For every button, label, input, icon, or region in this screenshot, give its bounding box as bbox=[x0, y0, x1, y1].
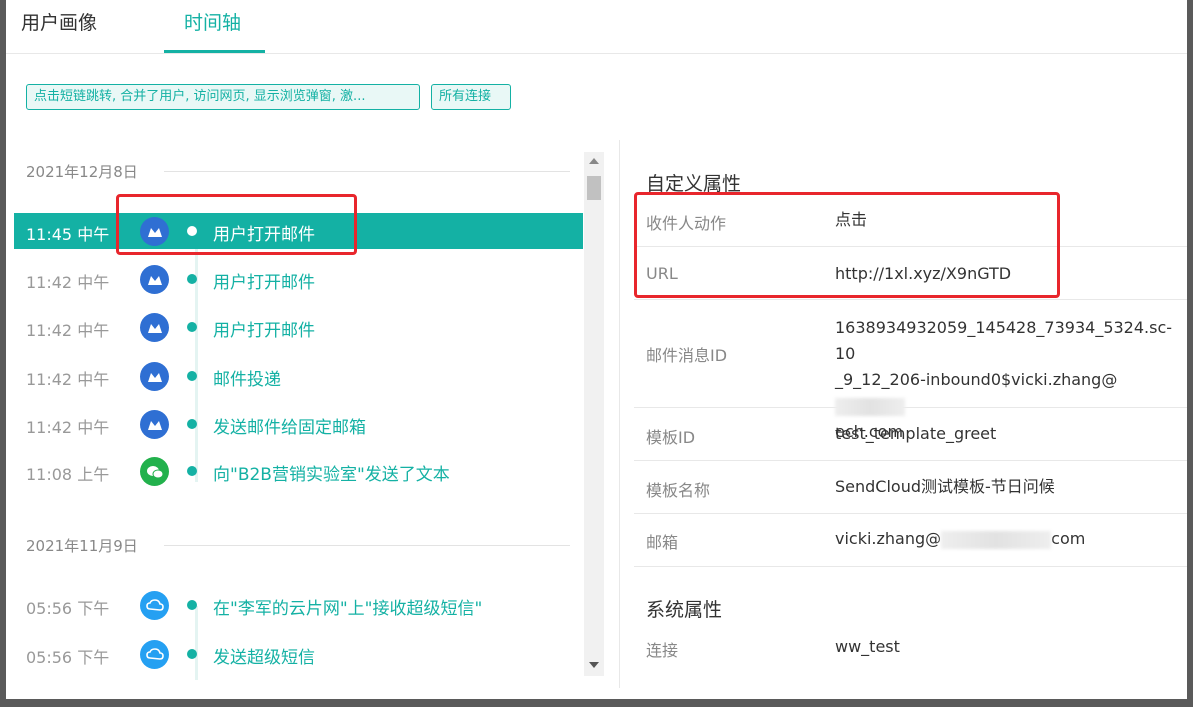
divider bbox=[164, 545, 570, 546]
timeline-dot bbox=[187, 600, 197, 610]
scroll-down-arrow-icon[interactable] bbox=[589, 662, 599, 668]
prop-row: 连接 ww_test bbox=[646, 637, 900, 660]
timeline-dot bbox=[187, 322, 197, 332]
highlight-box-event bbox=[116, 194, 357, 255]
mail-icon bbox=[140, 265, 169, 294]
prop-row: 邮件消息ID 1638934932059_145428_73934_5324.s… bbox=[634, 300, 1187, 441]
scroll-up-arrow-icon[interactable] bbox=[589, 158, 599, 164]
prop-row: 邮箱 vicki.zhang@ com bbox=[634, 514, 1187, 567]
action-filter-chip[interactable]: 点击短链跳转, 合并了用户, 访问网页, 显示浏览弹窗, 激... bbox=[26, 84, 420, 110]
timeline-dot bbox=[187, 649, 197, 659]
prop-row: 模板ID test_template_greet bbox=[634, 408, 1187, 461]
mail-icon bbox=[140, 313, 169, 342]
prop-row: 模板名称 SendCloud测试模板-节日问候 bbox=[634, 461, 1187, 514]
scroll-thumb[interactable] bbox=[587, 176, 601, 200]
timeline-event[interactable]: 11:42 中午 邮件投递 bbox=[14, 358, 583, 394]
timeline-event[interactable]: 11:08 上午 向"B2B营销实验室"发送了文本 bbox=[14, 453, 583, 489]
timeline-dot bbox=[187, 466, 197, 476]
cloud-sms-icon bbox=[140, 591, 169, 620]
timeline-event[interactable]: 11:42 中午 用户打开邮件 bbox=[14, 261, 583, 297]
timeline-dot bbox=[187, 274, 197, 284]
date-header: 2021年11月9日 bbox=[14, 530, 583, 560]
highlight-box-props bbox=[634, 192, 1060, 298]
panel-divider bbox=[619, 140, 620, 688]
mail-icon bbox=[140, 410, 169, 439]
timeline-event[interactable]: 11:42 中午 发送邮件给固定邮箱 bbox=[14, 406, 583, 442]
timeline-dot bbox=[187, 371, 197, 381]
date-header: 2021年12月8日 bbox=[14, 156, 583, 186]
tab-bar: 用户画像 时间轴 bbox=[6, 0, 1187, 54]
tab-user-profile[interactable]: 用户画像 bbox=[21, 8, 97, 35]
timeline-scrollbar[interactable] bbox=[584, 152, 604, 676]
timeline-event[interactable]: 05:56 下午 在"李军的云片网"上"接收超级短信" bbox=[14, 587, 583, 623]
timeline-event[interactable]: 05:56 下午 发送超级短信 bbox=[14, 636, 583, 672]
redacted-blur bbox=[941, 530, 1052, 549]
tab-timeline[interactable]: 时间轴 bbox=[184, 8, 241, 35]
timeline-dot bbox=[187, 419, 197, 429]
cloud-sms-icon bbox=[140, 640, 169, 669]
system-props-title: 系统属性 bbox=[646, 599, 723, 621]
active-tab-indicator bbox=[164, 50, 265, 53]
wechat-icon bbox=[140, 457, 169, 486]
mail-icon bbox=[140, 362, 169, 391]
timeline-event[interactable]: 11:42 中午 用户打开邮件 bbox=[14, 309, 583, 345]
app-frame: 用户画像 时间轴 点击短链跳转, 合并了用户, 访问网页, 显示浏览弹窗, 激.… bbox=[6, 0, 1187, 699]
divider bbox=[164, 171, 570, 172]
connection-filter-chip[interactable]: 所有连接 bbox=[431, 84, 511, 110]
